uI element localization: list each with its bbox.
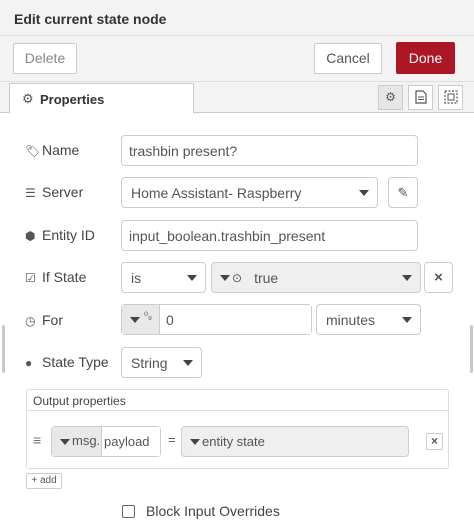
output-property-name-typedinput[interactable]: msg. payload <box>51 426 161 457</box>
appearance-icon <box>443 90 458 104</box>
pencil-icon: ✎ <box>397 185 409 200</box>
scrollbar-thumb[interactable] <box>470 325 473 373</box>
chevron-down-icon <box>402 316 412 323</box>
server-label: ☰ Server <box>25 184 84 200</box>
if-state-value: true <box>254 269 279 286</box>
server-select-value: Home Assistant- Raspberry <box>131 184 302 201</box>
server-icon: ☰ <box>25 186 36 200</box>
boolean-type-icon: ⊙ <box>232 270 243 285</box>
output-properties-title: Output properties <box>33 394 126 408</box>
name-label: 🏷 Name <box>25 142 80 158</box>
output-property-type-selector[interactable]: msg. <box>52 427 102 456</box>
for-type-selector[interactable]: ⁰₉ <box>122 305 160 334</box>
type-select-caret-icon <box>190 438 200 445</box>
edit-server-button[interactable]: ✎ <box>388 177 418 208</box>
state-type-select[interactable]: String <box>121 347 202 378</box>
for-typedinput[interactable]: ⁰₉ 0 <box>121 304 312 335</box>
state-type-label: ● State Type <box>25 354 109 370</box>
cube-icon: ⬢ <box>25 229 36 243</box>
checkbox-checked-icon: ☑ <box>25 271 36 285</box>
delete-button[interactable]: Delete <box>13 43 77 74</box>
gear-icon: ⚙ <box>22 91 34 106</box>
drag-handle-icon[interactable]: ≡ <box>33 433 45 447</box>
add-button-label: add <box>39 475 57 486</box>
if-state-label: ☑ If State <box>25 269 87 285</box>
output-property-value: entity state <box>202 434 265 449</box>
type-select-caret-icon <box>130 316 140 323</box>
description-tab-button[interactable] <box>408 85 433 110</box>
if-state-operator-select[interactable]: is <box>121 262 206 293</box>
for-label: ◷ For <box>25 312 63 328</box>
if-state-value-typedinput[interactable]: ⊙ true <box>211 262 421 293</box>
tag-icon: 🏷 <box>25 144 41 158</box>
settings-tab-button[interactable]: ⚙ <box>378 85 403 110</box>
plus-icon: + <box>31 475 38 486</box>
tab-properties-label: Properties <box>40 92 105 107</box>
close-icon: × <box>434 269 443 286</box>
block-input-overrides-checkbox[interactable] <box>122 505 135 518</box>
dialog-title: Edit current state node <box>14 11 167 27</box>
number-type-icon: ⁰₉ <box>144 311 152 322</box>
for-value-input[interactable]: 0 <box>160 305 311 334</box>
if-state-operator-value: is <box>131 269 142 286</box>
remove-output-property-button[interactable]: × <box>426 433 443 450</box>
settings-icon: ⚙ <box>385 90 396 104</box>
for-unit-value: minutes <box>326 311 376 328</box>
type-select-caret-icon <box>220 274 230 281</box>
output-properties-list: ≡ msg. payload = entity state × <box>27 410 448 468</box>
entity-id-input[interactable]: input_boolean.trashbin_present <box>121 220 418 251</box>
appearance-tab-button[interactable] <box>438 85 463 110</box>
for-unit-select[interactable]: minutes <box>316 304 421 335</box>
assign-operator: = <box>168 432 176 447</box>
close-icon: × <box>430 434 438 448</box>
chevron-down-icon <box>402 274 412 281</box>
type-select-caret-icon <box>60 438 70 445</box>
remove-if-state-button[interactable]: × <box>424 262 453 293</box>
done-button[interactable]: Done <box>396 42 455 74</box>
output-property-type: msg. <box>72 433 101 448</box>
dialog-titlebar: Edit current state node <box>0 0 474 36</box>
output-property-value-typedinput[interactable]: entity state <box>181 426 409 457</box>
server-select[interactable]: Home Assistant- Raspberry <box>121 177 378 208</box>
output-property-name-input[interactable]: payload <box>102 427 160 456</box>
chevron-down-icon <box>183 359 193 366</box>
cancel-button[interactable]: Cancel <box>314 43 382 74</box>
description-icon <box>414 90 427 104</box>
block-input-overrides-label: Block Input Overrides <box>146 503 280 519</box>
output-properties-box: Output properties ≡ msg. payload = entit… <box>26 389 449 469</box>
tab-properties[interactable]: ⚙ Properties <box>9 83 194 114</box>
clock-icon: ◷ <box>25 314 36 328</box>
entity-id-label: ⬢ Entity ID <box>25 227 95 243</box>
left-resize-handle[interactable] <box>2 325 5 373</box>
name-input[interactable]: trashbin present? <box>121 135 418 166</box>
chevron-down-icon <box>359 189 369 196</box>
add-output-property-button[interactable]: + add <box>26 473 62 489</box>
tint-icon: ● <box>25 356 33 370</box>
state-type-value: String <box>131 354 168 371</box>
chevron-down-icon <box>187 274 197 281</box>
